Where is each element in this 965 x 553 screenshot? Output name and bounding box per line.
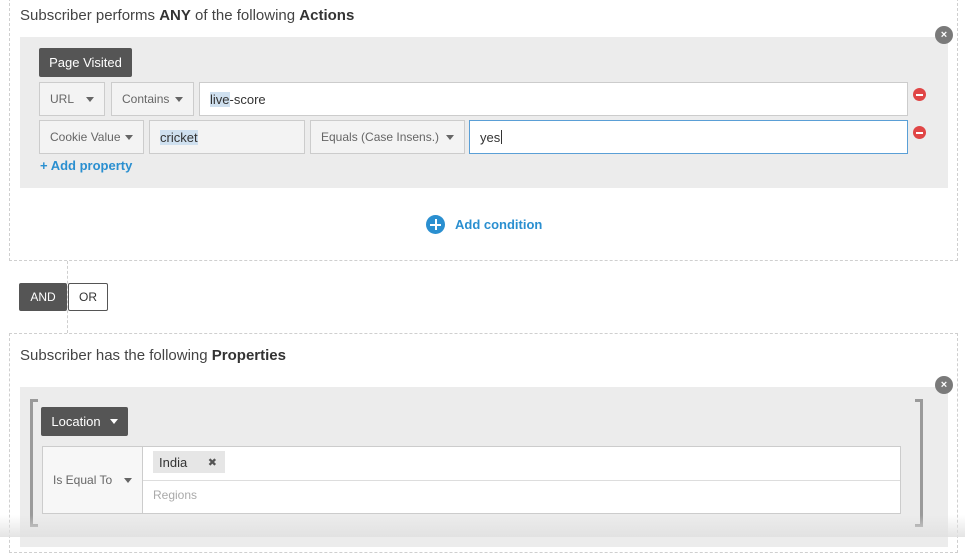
add-condition-button[interactable]: Add condition [426, 215, 542, 234]
plus-circle-icon [426, 215, 445, 234]
url-value-input[interactable]: live -score [199, 82, 908, 116]
chevron-down-icon [125, 135, 133, 140]
regions-divider [143, 480, 900, 481]
location-tag: India ✖ [153, 451, 225, 473]
close-properties-group-icon[interactable]: × [935, 376, 953, 394]
actions-section-title: Subscriber performs ANY of the following… [20, 7, 355, 24]
operator-select-contains[interactable]: Contains [111, 82, 194, 116]
actions-section: Subscriber performs ANY of the following… [9, 0, 958, 261]
chevron-down-icon [124, 478, 132, 483]
location-tag-label: India [159, 454, 188, 470]
bottom-fade [0, 515, 965, 537]
remove-row-icon[interactable] [913, 88, 926, 101]
cookie-value-input[interactable]: yes [469, 120, 908, 154]
close-actions-group-icon[interactable]: × [935, 26, 953, 44]
operator-select-equals[interactable]: Equals (Case Insens.) [310, 120, 465, 154]
chevron-down-icon [86, 97, 94, 102]
bracket-right [915, 399, 923, 527]
bracket-left [30, 399, 38, 527]
location-value-box[interactable]: India ✖ Regions [142, 446, 901, 514]
and-toggle[interactable]: AND [19, 283, 67, 311]
property-type-button[interactable]: Location [41, 407, 128, 436]
chevron-down-icon [109, 419, 118, 424]
chevron-down-icon [446, 135, 454, 140]
add-property-link[interactable]: + Add property [40, 158, 132, 173]
property-select-cookie[interactable]: Cookie Value [39, 120, 144, 154]
or-toggle[interactable]: OR [68, 283, 108, 311]
operator-select-is-equal-to[interactable]: Is Equal To [42, 446, 143, 514]
event-type-button[interactable]: Page Visited [39, 48, 132, 77]
action-condition-group: Page Visited URL Contains live -score Coo… [20, 37, 948, 188]
chevron-down-icon [175, 97, 183, 102]
cookie-name-input[interactable]: cricket [149, 120, 305, 154]
remove-row-icon[interactable] [913, 126, 926, 139]
remove-tag-icon[interactable]: ✖ [208, 456, 217, 469]
property-select-url[interactable]: URL [39, 82, 105, 116]
text-cursor [501, 130, 503, 144]
properties-section-title: Subscriber has the following Properties [20, 347, 286, 364]
regions-input[interactable]: Regions [153, 488, 197, 502]
